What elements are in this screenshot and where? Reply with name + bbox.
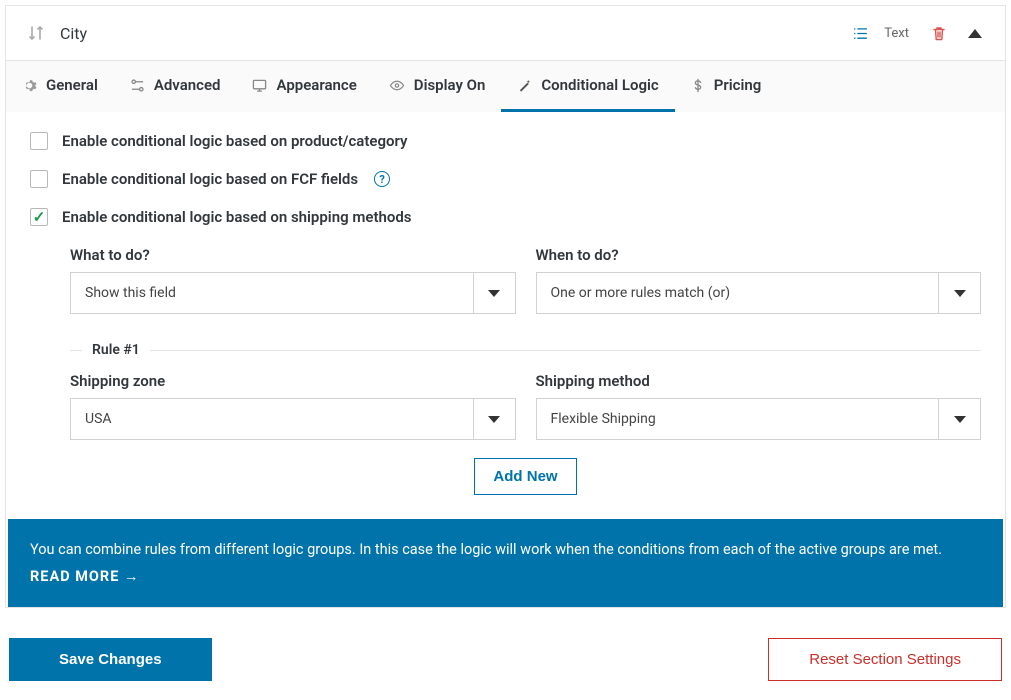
option-product-category: Enable conditional logic based on produc… — [30, 132, 981, 150]
option-fcf-fields: Enable conditional logic based on FCF fi… — [30, 170, 981, 188]
list-icon[interactable] — [848, 23, 872, 43]
method-select[interactable]: Flexible Shipping — [536, 398, 982, 440]
eye-icon — [389, 78, 405, 93]
tab-advanced[interactable]: Advanced — [114, 61, 237, 112]
tab-pricing[interactable]: Pricing — [675, 61, 778, 112]
what-select[interactable]: Show this field — [70, 272, 516, 314]
dropdown-caret[interactable] — [938, 273, 980, 313]
checkbox-shipping[interactable] — [30, 208, 48, 226]
rule-1: Rule #1 Shipping zone USA Shipping metho… — [70, 342, 981, 495]
monitor-icon — [252, 78, 267, 93]
option-label: Enable conditional logic based on produc… — [62, 132, 407, 150]
chevron-down-icon — [488, 290, 500, 297]
zone-label: Shipping zone — [70, 372, 516, 390]
read-more-link[interactable]: READ MORE → — [30, 568, 981, 585]
add-new-button[interactable]: Add New — [474, 458, 576, 495]
panel-header: City Text — [6, 6, 1005, 60]
info-banner: You can combine rules from different log… — [8, 519, 1003, 607]
select-value: Flexible Shipping — [537, 411, 939, 427]
chevron-down-icon — [954, 416, 966, 423]
sliders-icon — [130, 78, 145, 93]
tab-label: Advanced — [154, 76, 221, 94]
trash-icon[interactable] — [927, 23, 951, 43]
select-value: One or more rules match (or) — [537, 285, 939, 301]
tab-conditional-logic[interactable]: Conditional Logic — [501, 61, 674, 112]
field-type-label: Text — [884, 26, 909, 41]
when-label: When to do? — [536, 246, 982, 264]
tab-label: Pricing — [714, 76, 762, 94]
tab-appearance[interactable]: Appearance — [236, 61, 372, 112]
what-label: What to do? — [70, 246, 516, 264]
checkbox-fcf[interactable] — [30, 170, 48, 188]
dropdown-caret[interactable] — [473, 399, 515, 439]
info-text: You can combine rules from different log… — [30, 541, 981, 558]
tab-label: General — [46, 76, 98, 94]
footer-buttons: Save Changes Reset Section Settings — [5, 608, 1006, 695]
option-label: Enable conditional logic based on shippi… — [62, 208, 412, 226]
tab-general[interactable]: General — [6, 61, 114, 112]
collapse-toggle[interactable] — [963, 23, 987, 43]
select-value: USA — [71, 411, 473, 427]
reset-button[interactable]: Reset Section Settings — [768, 638, 1002, 681]
tab-label: Appearance — [276, 76, 356, 94]
shipping-config: What to do? Show this field When to do? … — [30, 246, 981, 495]
tab-label: Conditional Logic — [541, 76, 658, 94]
checkbox-product[interactable] — [30, 132, 48, 150]
tab-label: Display On — [414, 76, 486, 94]
chevron-down-icon — [954, 290, 966, 297]
field-title: City — [60, 24, 848, 43]
chevron-up-icon — [968, 29, 982, 38]
field-panel: City Text General Advanced — [5, 5, 1006, 608]
save-button[interactable]: Save Changes — [9, 638, 212, 681]
tab-display-on[interactable]: Display On — [373, 61, 502, 112]
rule-title: Rule #1 — [82, 342, 150, 358]
gear-icon — [22, 78, 37, 93]
option-label: Enable conditional logic based on FCF fi… — [62, 170, 358, 188]
help-icon[interactable]: ? — [374, 171, 390, 187]
sort-icon[interactable] — [24, 23, 48, 43]
tab-content: Enable conditional logic based on produc… — [6, 112, 1005, 519]
when-select[interactable]: One or more rules match (or) — [536, 272, 982, 314]
dropdown-caret[interactable] — [938, 399, 980, 439]
select-value: Show this field — [71, 285, 473, 301]
zone-select[interactable]: USA — [70, 398, 516, 440]
chevron-down-icon — [488, 416, 500, 423]
rule-divider — [70, 350, 981, 351]
method-label: Shipping method — [536, 372, 982, 390]
dollar-icon — [691, 78, 705, 93]
tabs-bar: General Advanced Appearance Display On C… — [6, 60, 1005, 112]
wand-icon — [517, 78, 532, 93]
dropdown-caret[interactable] — [473, 273, 515, 313]
option-shipping-methods: Enable conditional logic based on shippi… — [30, 208, 981, 226]
